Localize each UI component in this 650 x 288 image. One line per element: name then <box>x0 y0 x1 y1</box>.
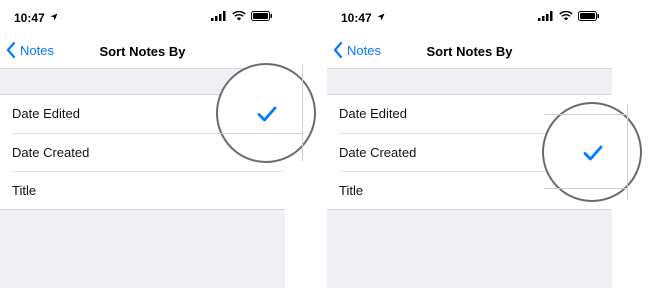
magnifier-callout-right <box>542 102 642 202</box>
signal-icon <box>538 11 553 21</box>
option-label: Date Edited <box>12 106 80 121</box>
wifi-icon <box>559 11 573 21</box>
wifi-icon <box>232 11 246 21</box>
checkmark-icon <box>257 106 277 122</box>
magnifier-divider <box>627 104 628 200</box>
signal-icon <box>211 11 226 21</box>
magnifier-divider <box>218 133 302 134</box>
status-bar: 10:47 <box>327 0 612 34</box>
option-label: Date Created <box>339 145 417 160</box>
location-arrow-icon <box>377 13 385 21</box>
battery-icon <box>578 11 599 21</box>
page-title: Sort Notes By <box>99 44 186 59</box>
magnifier-divider <box>302 65 303 161</box>
navigation-bar: Notes Sort Notes By <box>0 34 285 69</box>
option-label: Title <box>12 183 37 198</box>
magnifier-callout-left <box>216 63 316 163</box>
status-time: 10:47 <box>341 11 372 25</box>
option-label: Title <box>339 183 364 198</box>
status-icons <box>211 11 273 21</box>
option-label: Date Created <box>12 145 90 160</box>
status-bar: 10:47 <box>0 0 285 34</box>
magnifier-divider <box>544 114 627 115</box>
option-title[interactable]: Title <box>0 171 285 209</box>
checkmark-icon <box>583 145 603 161</box>
location-arrow-icon <box>50 13 58 21</box>
status-time: 10:47 <box>14 11 45 25</box>
battery-icon <box>251 11 272 21</box>
magnifier-divider <box>544 188 627 189</box>
navigation-bar: Notes Sort Notes By <box>327 34 612 69</box>
option-label: Date Edited <box>339 106 407 121</box>
page-title: Sort Notes By <box>426 44 513 59</box>
status-icons <box>538 11 600 21</box>
